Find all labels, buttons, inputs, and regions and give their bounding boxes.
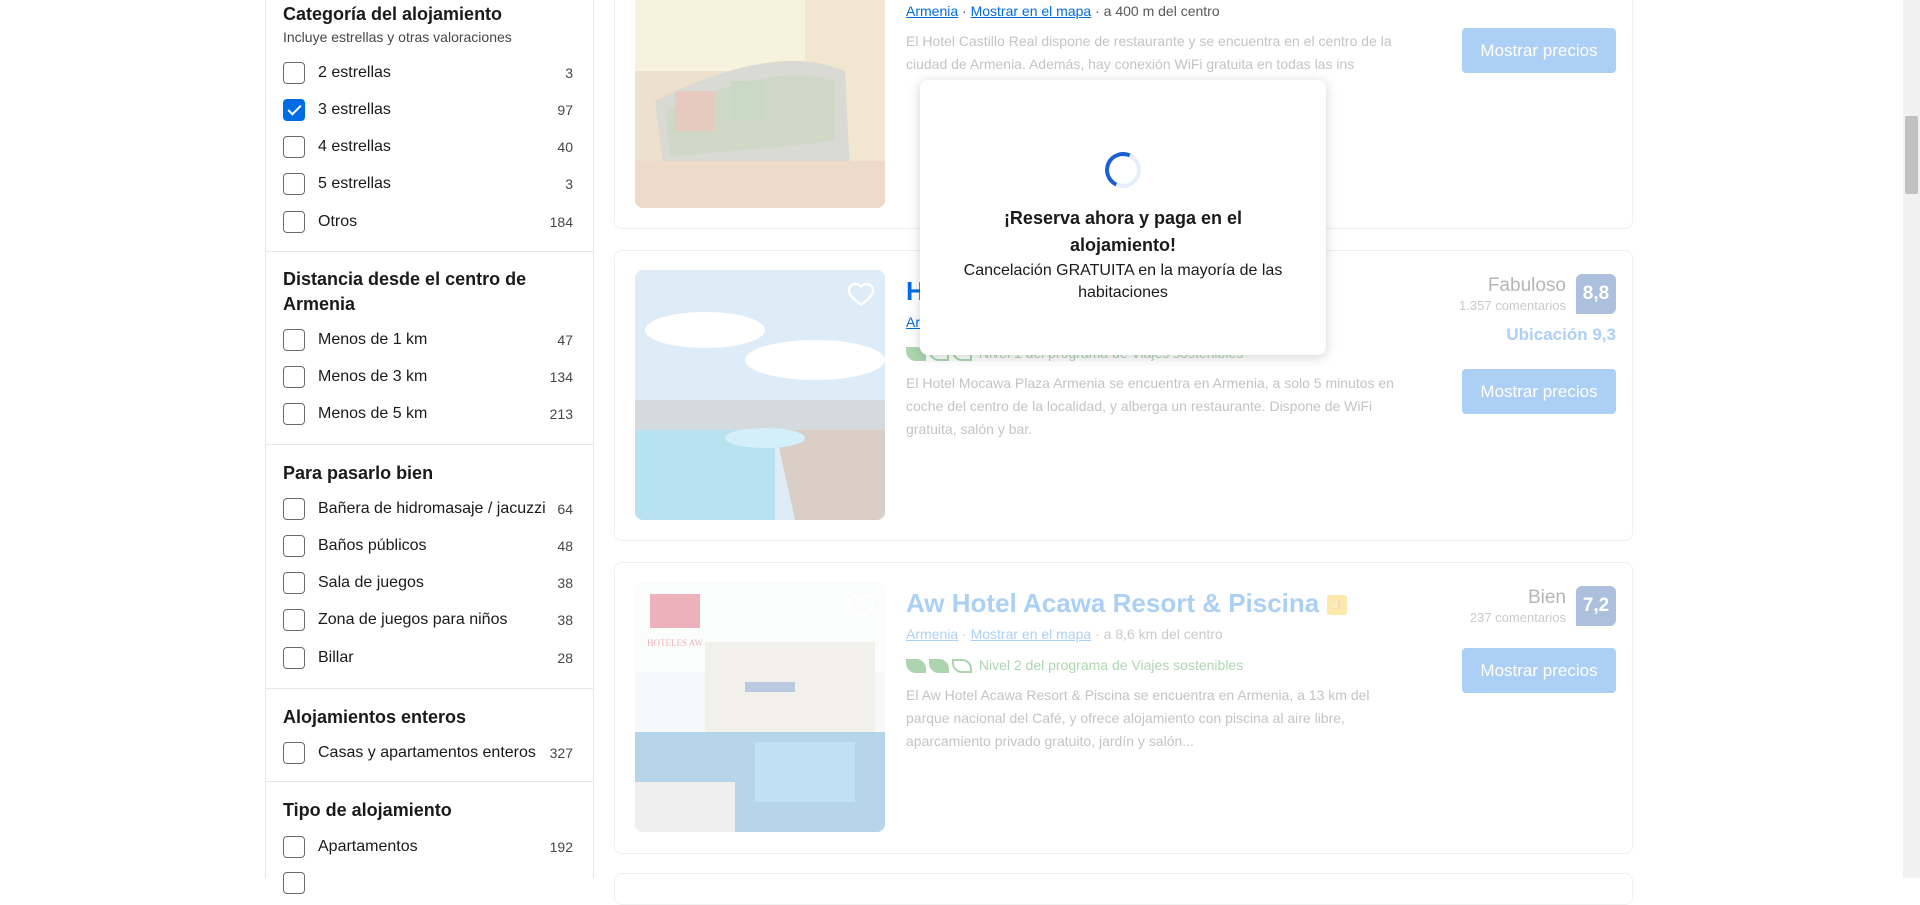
divider [266, 444, 593, 445]
favorite-heart-icon[interactable] [847, 280, 875, 308]
location-link[interactable]: Ar [906, 314, 920, 330]
checkbox[interactable] [283, 62, 305, 84]
property-description: El Hotel Castillo Real dispone de restau… [906, 33, 1392, 72]
filter-option-3km[interactable]: Menos de 3 km 134 [283, 366, 573, 392]
filter-title-category: Categoría del alojamiento [283, 4, 503, 24]
favorite-heart-icon[interactable] [847, 592, 875, 620]
checkbox[interactable] [283, 136, 305, 158]
loading-popup: ¡Reserva ahora y paga en el alojamiento!… [920, 80, 1326, 355]
review-score-word: Fabuloso [1487, 275, 1566, 296]
checkbox[interactable] [283, 572, 305, 594]
show-on-map-link[interactable]: Mostrar en el mapa [971, 626, 1092, 642]
property-location-line: Armenia · Mostrar en el mapa · a 8,6 km … [906, 626, 1223, 642]
checkbox[interactable] [283, 836, 305, 858]
divider [266, 688, 593, 689]
checkbox[interactable] [283, 535, 305, 557]
popup-text: Cancelación GRATUITA en la mayoría de la… [963, 262, 1283, 301]
filter-option-jacuzzi[interactable]: Bañera de hidromasaje / jacuzzi 64 [283, 498, 573, 524]
filter-title-type: Tipo de alojamiento [283, 800, 452, 820]
scrollbar-thumb[interactable] [1905, 116, 1918, 194]
filter-option-5-stars[interactable]: 5 estrellas 3 [283, 173, 573, 199]
property-location-line: Ar [906, 314, 920, 330]
filter-title-fun: Para pasarlo bien [283, 463, 434, 483]
checkbox[interactable] [283, 498, 305, 520]
property-photo[interactable]: HOTELES AW [635, 582, 885, 832]
property-photo[interactable] [635, 0, 885, 208]
filter-option-apartments[interactable]: Apartamentos 192 [283, 836, 573, 862]
loading-spinner-icon [1099, 146, 1147, 194]
show-prices-button[interactable]: Mostrar precios [1462, 369, 1616, 414]
filter-option-partial[interactable] [283, 872, 573, 898]
filter-option-5km[interactable]: Menos de 5 km 213 [283, 403, 573, 429]
property-description: El Aw Hotel Acawa Resort & Piscina se en… [906, 687, 1370, 749]
property-photo[interactable] [635, 270, 885, 520]
review-count: 1.357 comentarios [1459, 298, 1566, 313]
checkbox[interactable] [283, 366, 305, 388]
checkbox[interactable] [283, 211, 305, 233]
review-score-badge[interactable]: 8,8 [1576, 274, 1616, 314]
location-link[interactable]: Armenia [906, 3, 958, 19]
divider [266, 251, 593, 252]
popup-title: ¡Reserva ahora y paga en el alojamiento! [1003, 208, 1243, 255]
property-location-line: Armenia · Mostrar en el mapa · a 400 m d… [906, 3, 1220, 19]
checkbox[interactable] [283, 403, 305, 425]
filter-option-2-stars[interactable]: 2 estrellas 3 [283, 62, 573, 88]
hotel-logo-text: HOTELES AW [647, 638, 704, 648]
filter-subtitle-category: Incluye estrellas y otras valoraciones [283, 29, 512, 45]
filter-title-entire: Alojamientos enteros [283, 707, 467, 727]
filter-option-public-baths[interactable]: Baños públicos 48 [283, 535, 573, 561]
filter-option-billiards[interactable]: Billar 28 [283, 647, 573, 673]
filter-option-3-stars[interactable]: 3 estrellas 97 [283, 99, 573, 125]
filters-sidebar: Categoría del alojamiento Incluye estrel… [265, 0, 594, 894]
filter-option-entire-homes[interactable]: Casas y apartamentos enteros 327 [283, 742, 573, 768]
leaf-icon [952, 659, 972, 674]
filter-option-game-room[interactable]: Sala de juegos 38 [283, 572, 573, 598]
checkbox[interactable] [283, 329, 305, 351]
checkbox[interactable] [283, 742, 305, 764]
checkbox-checked[interactable] [283, 99, 305, 121]
filter-option-4-stars[interactable]: 4 estrellas 40 [283, 136, 573, 162]
show-prices-button[interactable]: Mostrar precios [1462, 648, 1616, 693]
property-name[interactable]: Aw Hotel Acawa Resort & Piscina [906, 588, 1348, 619]
thumbs-up-icon [1327, 595, 1348, 616]
location-link[interactable]: Armenia [906, 626, 958, 642]
page-scrollbar[interactable] [1903, 0, 1920, 878]
sustainability-badge: Nivel 2 del programa de Viajes sostenibl… [906, 657, 1243, 674]
filter-option-others[interactable]: Otros 184 [283, 211, 573, 237]
show-prices-button[interactable]: Mostrar precios [1462, 28, 1616, 73]
divider [266, 781, 593, 782]
checkbox[interactable] [283, 609, 305, 631]
property-card: HOTELES AW Aw Hotel Acawa Resort & Pisci… [614, 562, 1633, 854]
location-score: Ubicación 9,3 [1506, 325, 1616, 344]
checkbox[interactable] [283, 173, 305, 195]
show-on-map-link[interactable]: Mostrar en el mapa [971, 3, 1092, 19]
filter-title-distance: Distancia desde el centro de Armenia [283, 269, 527, 314]
property-description: El Hotel Mocawa Plaza Armenia se encuent… [906, 375, 1394, 437]
leaf-icon [906, 659, 926, 674]
review-count: 237 comentarios [1469, 610, 1566, 625]
checkbox[interactable] [283, 647, 305, 669]
checkbox[interactable] [283, 872, 305, 894]
leaf-icon [929, 659, 949, 674]
review-score-word: Bien [1527, 587, 1566, 608]
filter-option-kids-play-area[interactable]: Zona de juegos para niños 38 [283, 609, 573, 635]
review-score-badge[interactable]: 7,2 [1576, 586, 1616, 626]
filter-option-1km[interactable]: Menos de 1 km 47 [283, 329, 573, 355]
